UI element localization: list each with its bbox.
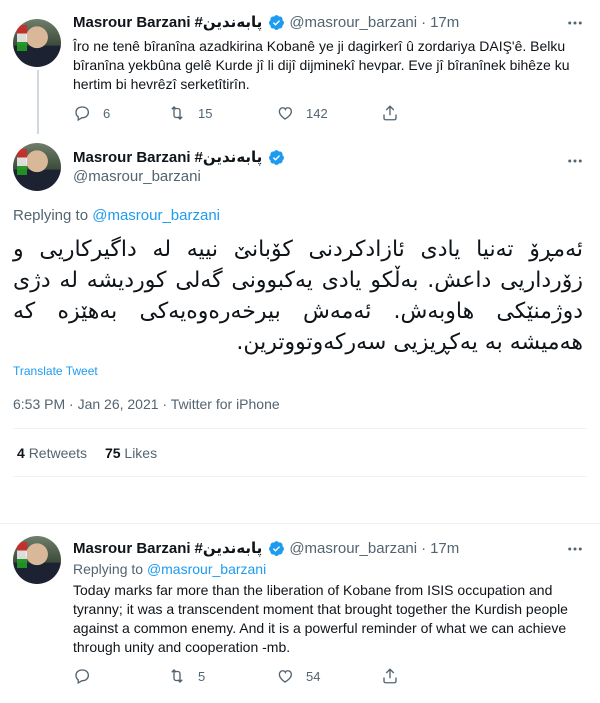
retweet-icon: [171, 669, 183, 683]
retweet-icon: [171, 106, 183, 120]
author-name[interactable]: Masrour Barzani: [73, 149, 191, 166]
retweet-count: 5: [198, 668, 206, 684]
retweet-button[interactable]: 15: [168, 104, 276, 122]
reply-button[interactable]: [73, 667, 168, 685]
more-options-icon[interactable]: [566, 540, 584, 558]
replying-to-label: Replying to: [13, 207, 89, 224]
author-name[interactable]: Masrour Barzani: [73, 540, 191, 557]
retweet-count: 15: [198, 105, 213, 121]
likes-stat[interactable]: 75 Likes: [105, 445, 157, 461]
like-count: 54: [306, 668, 321, 684]
likes-count: 75: [104, 445, 121, 461]
avatar[interactable]: [13, 536, 61, 584]
reply-count: 6: [103, 105, 111, 121]
replying-to-label: Replying to: [73, 561, 144, 577]
replying-to-handle[interactable]: @masrour_barzani: [147, 561, 266, 577]
replying-to-handle[interactable]: @masrour_barzani: [92, 207, 220, 224]
retweets-stat[interactable]: 4 Retweets: [17, 445, 91, 461]
like-count: 142: [306, 105, 328, 121]
author-handle[interactable]: @masrour_barzani: [73, 168, 201, 185]
tweet-text: Îro ne tenê bîranîna azadkirina Kobanê y…: [73, 38, 570, 92]
divider: [13, 476, 587, 477]
like-button[interactable]: 54: [276, 667, 381, 685]
translate-tweet-link[interactable]: Translate Tweet: [13, 364, 98, 378]
avatar[interactable]: [13, 143, 61, 191]
tweet-text: Today marks far more than the liberation…: [73, 582, 568, 655]
retweets-label: Retweets: [28, 445, 88, 461]
tweet-timestamp[interactable]: 6:53 PM · Jan 26, 2021 · Twitter for iPh…: [13, 396, 280, 412]
divider: [13, 428, 587, 429]
like-button[interactable]: 142: [276, 104, 381, 122]
tweet-main: Masrour Barzani #پابەندین @masrour_barza…: [0, 138, 600, 493]
likes-label: Likes: [124, 445, 158, 461]
more-options-icon[interactable]: [566, 152, 584, 170]
reply-icon: [75, 106, 90, 122]
retweets-count: 4: [17, 445, 25, 461]
author-name[interactable]: Masrour Barzani: [73, 14, 191, 31]
tweet-previous[interactable]: Masrour Barzani #پابەندین @masrour_barza…: [0, 0, 600, 138]
retweet-button[interactable]: 5: [168, 667, 276, 685]
verified-badge-icon: [269, 14, 285, 30]
dot-separator: ·: [421, 539, 427, 557]
reply-button[interactable]: 6: [73, 104, 168, 122]
verified-badge-icon: [269, 149, 285, 165]
share-icon: [383, 105, 397, 121]
author-hashtag[interactable]: #پابەندین: [195, 148, 263, 166]
thread-line: [37, 70, 39, 134]
share-icon: [383, 668, 397, 684]
more-options-icon[interactable]: [566, 14, 584, 32]
author-handle[interactable]: @masrour_barzani: [289, 14, 417, 31]
tweet-text: ئەمڕۆ تەنیا یادی ئازادکردنی کۆبانێ نییە …: [13, 237, 583, 355]
verified-badge-icon: [269, 540, 285, 556]
tweet-time[interactable]: 17m: [430, 540, 459, 557]
dot-separator: ·: [421, 13, 427, 31]
author-hashtag[interactable]: #پابەندین: [195, 539, 263, 557]
author-hashtag[interactable]: #پابەندین: [195, 13, 263, 31]
reply-icon: [75, 669, 90, 685]
share-button[interactable]: [381, 667, 411, 685]
tweet-time[interactable]: 17m: [430, 14, 459, 31]
avatar[interactable]: [13, 19, 61, 67]
tweet-reply[interactable]: Masrour Barzani #پابەندین @masrour_barza…: [0, 524, 600, 703]
author-handle[interactable]: @masrour_barzani: [289, 540, 417, 557]
heart-icon: [278, 107, 293, 120]
heart-icon: [278, 670, 293, 683]
share-button[interactable]: [381, 104, 411, 122]
